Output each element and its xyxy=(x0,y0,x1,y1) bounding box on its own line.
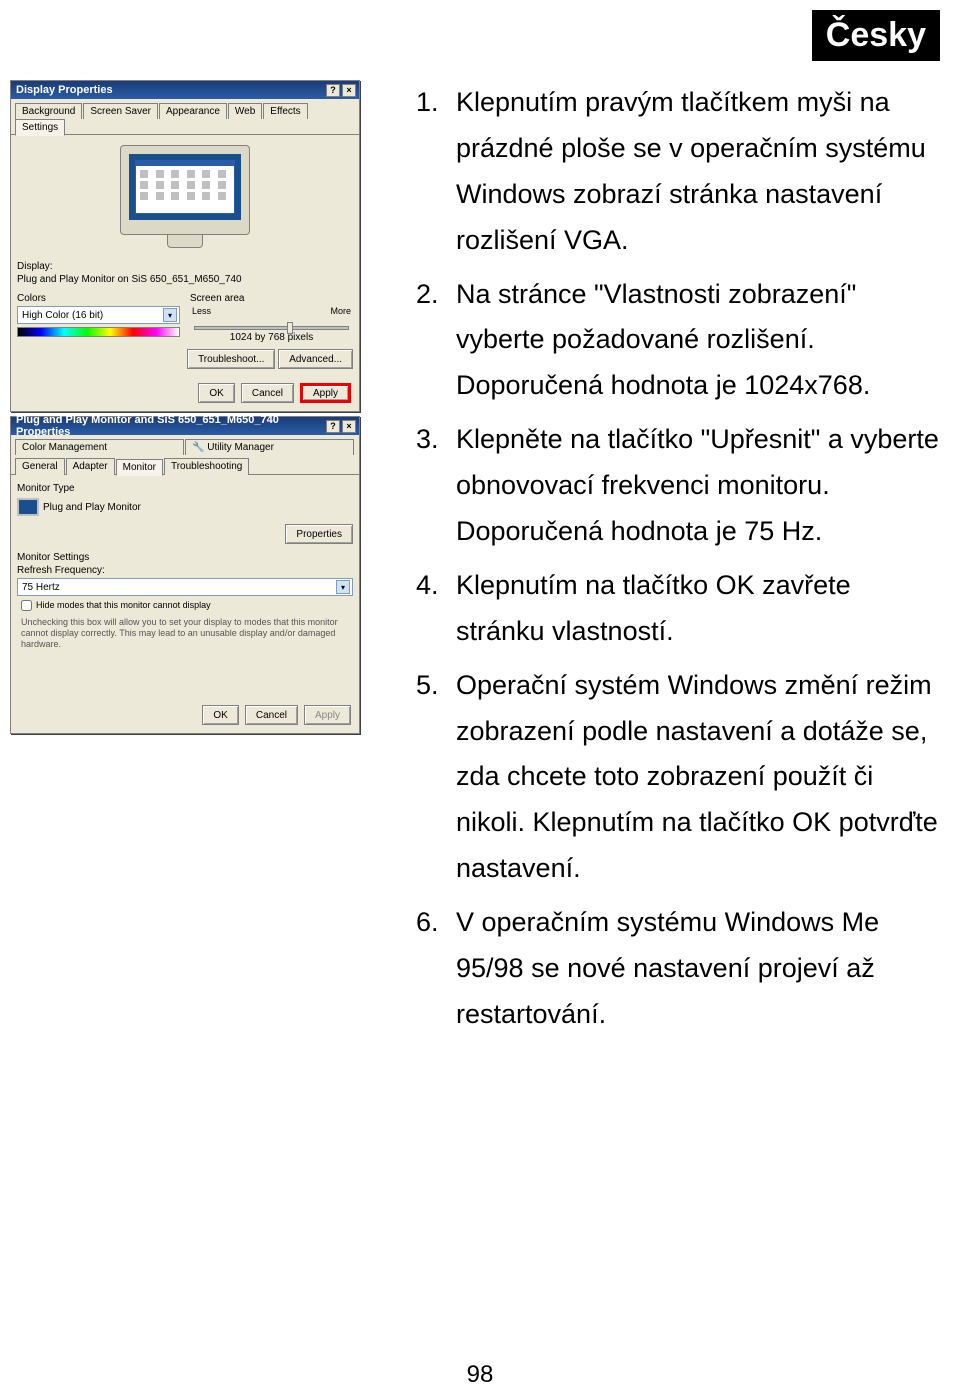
ok-button[interactable]: OK xyxy=(202,705,238,725)
properties-button[interactable]: Properties xyxy=(285,524,353,544)
tab-screensaver[interactable]: Screen Saver xyxy=(83,103,158,119)
page-content: Display Properties ? × Background Screen… xyxy=(0,80,960,1046)
dialog-body: Monitor Type Plug and Play Monitor Prope… xyxy=(11,475,359,697)
instruction-text: Klepnutím pravým tlačítkem myši na prázd… xyxy=(370,80,960,1046)
monitor-icon xyxy=(17,498,39,516)
resolution-text: 1024 by 768 pixels xyxy=(190,332,353,343)
step-2: Na stránce "Vlastnosti zobrazení" vybert… xyxy=(446,272,940,410)
dialog-title: Plug and Play Monitor and SiS 650_651_M6… xyxy=(16,414,326,438)
step-4: Klepnutím na tlačítko OK zavřete stránku… xyxy=(446,563,940,655)
slider-less-label: Less xyxy=(192,306,211,316)
instruction-list: Klepnutím pravým tlačítkem myši na prázd… xyxy=(400,80,940,1038)
titlebar-buttons: ? × xyxy=(326,84,356,97)
step-3: Klepněte na tlačítko "Upřesnit" a vybert… xyxy=(446,417,940,555)
color-depth-dropdown[interactable]: High Color (16 bit) ▾ xyxy=(17,306,180,324)
dialog-title: Display Properties xyxy=(16,84,113,96)
slider-thumb[interactable] xyxy=(287,322,293,334)
tab-troubleshooting[interactable]: Troubleshooting xyxy=(164,458,249,475)
refresh-value: 75 Hertz xyxy=(22,582,60,593)
colors-label: Colors xyxy=(17,293,180,304)
chevron-down-icon: ▾ xyxy=(336,580,350,594)
language-badge: Česky xyxy=(812,10,940,61)
tab-background[interactable]: Background xyxy=(15,103,82,119)
tab-monitor[interactable]: Monitor xyxy=(116,459,163,476)
color-depth-value: High Color (16 bit) xyxy=(22,310,103,321)
cancel-button[interactable]: Cancel xyxy=(241,383,294,403)
step-5: Operační systém Windows změní režim zobr… xyxy=(446,663,940,892)
close-button[interactable]: × xyxy=(342,84,356,97)
tab-color-management[interactable]: Color Management xyxy=(15,439,184,455)
hide-modes-checkbox[interactable] xyxy=(21,600,32,611)
tab-web[interactable]: Web xyxy=(228,103,262,119)
tab-settings[interactable]: Settings xyxy=(15,119,65,136)
step-1: Klepnutím pravým tlačítkem myši na prázd… xyxy=(446,80,940,264)
resolution-slider[interactable] xyxy=(194,326,349,330)
monitor-type-label: Monitor Type xyxy=(17,483,353,494)
tab-general[interactable]: General xyxy=(15,458,65,475)
tab-strip: Background Screen Saver Appearance Web E… xyxy=(11,99,359,135)
hide-modes-info: Unchecking this box will allow you to se… xyxy=(17,615,353,651)
close-button[interactable]: × xyxy=(342,420,356,433)
slider-more-label: More xyxy=(330,306,351,316)
step-6: V operačním systému Windows Me 95/98 se … xyxy=(446,900,940,1038)
monitor-type-value: Plug and Play Monitor xyxy=(43,502,141,513)
display-properties-dialog: Display Properties ? × Background Screen… xyxy=(10,80,360,412)
tab-adapter[interactable]: Adapter xyxy=(66,458,115,475)
color-spectrum-bar xyxy=(17,327,180,337)
tab-appearance[interactable]: Appearance xyxy=(159,103,227,119)
refresh-label: Refresh Frequency: xyxy=(17,565,353,576)
hide-modes-label: Hide modes that this monitor cannot disp… xyxy=(36,600,211,610)
tab-strip-row2: General Adapter Monitor Troubleshooting xyxy=(11,454,359,475)
monitor-properties-dialog: Plug and Play Monitor and SiS 650_651_M6… xyxy=(10,416,360,734)
troubleshoot-button[interactable]: Troubleshoot... xyxy=(187,349,275,369)
titlebar: Display Properties ? × xyxy=(11,81,359,99)
util-icon: 🔧 xyxy=(192,442,204,453)
dialog-body: Display: Plug and Play Monitor on SiS 65… xyxy=(11,135,359,375)
cancel-button[interactable]: Cancel xyxy=(245,705,298,725)
page-number: 98 xyxy=(467,1361,494,1389)
help-button[interactable]: ? xyxy=(326,420,340,433)
display-label: Display: xyxy=(17,261,353,272)
titlebar: Plug and Play Monitor and SiS 650_651_M6… xyxy=(11,417,359,435)
chevron-down-icon: ▾ xyxy=(163,308,177,322)
ok-button[interactable]: OK xyxy=(198,383,234,403)
apply-button[interactable]: Apply xyxy=(300,383,351,403)
tab-utility-manager[interactable]: 🔧 Utility Manager xyxy=(185,439,354,455)
monitor-preview xyxy=(110,145,260,255)
screenarea-label: Screen area xyxy=(190,293,353,304)
refresh-frequency-dropdown[interactable]: 75 Hertz ▾ xyxy=(17,578,353,596)
display-value: Plug and Play Monitor on SiS 650_651_M65… xyxy=(17,274,353,285)
help-button[interactable]: ? xyxy=(326,84,340,97)
tab-effects[interactable]: Effects xyxy=(263,103,307,119)
apply-button[interactable]: Apply xyxy=(304,705,351,725)
advanced-button[interactable]: Advanced... xyxy=(278,349,353,369)
monitor-settings-label: Monitor Settings xyxy=(17,552,353,563)
screenshot-column: Display Properties ? × Background Screen… xyxy=(10,80,370,738)
titlebar-buttons: ? × xyxy=(326,420,356,433)
tab-utility-label: Utility Manager xyxy=(207,442,274,453)
